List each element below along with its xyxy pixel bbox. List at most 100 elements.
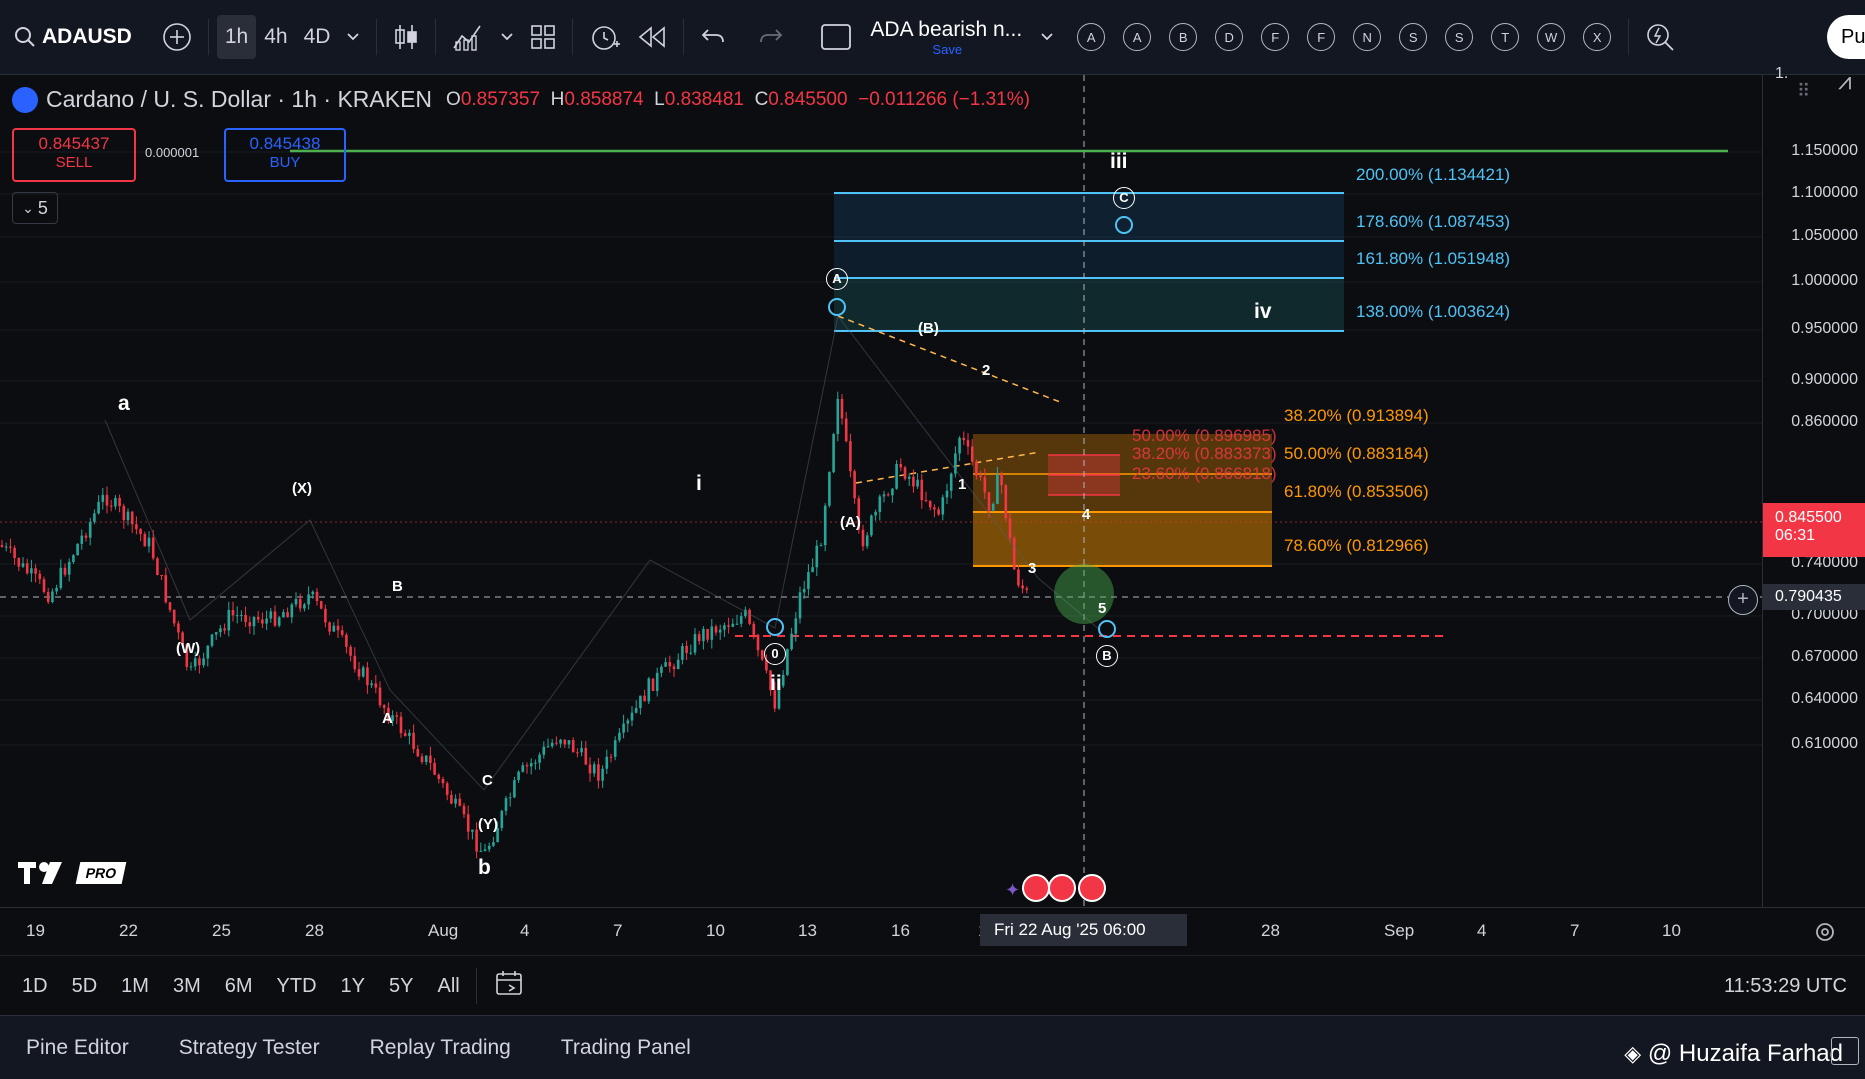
range-1m[interactable]: 1M bbox=[121, 975, 149, 998]
layout-name-button[interactable]: ADA bearish n... Save bbox=[870, 18, 1022, 57]
replay-button[interactable] bbox=[629, 15, 675, 59]
open-value: 0.857357 bbox=[460, 88, 541, 110]
range-ytd[interactable]: YTD bbox=[277, 975, 317, 998]
flag-us-icon bbox=[1048, 874, 1076, 902]
candle-body bbox=[886, 494, 890, 496]
drawing-template-d-3[interactable]: D bbox=[1215, 23, 1244, 51]
candle-body bbox=[1025, 588, 1029, 590]
wave-label-x: (X) bbox=[292, 480, 312, 497]
tradingview-logo[interactable]: PRO bbox=[18, 860, 127, 886]
candle-body bbox=[597, 764, 600, 781]
quick-search-button[interactable] bbox=[1637, 15, 1685, 59]
drawing-template-w-10[interactable]: W bbox=[1537, 23, 1566, 51]
interval-1h[interactable]: 1h bbox=[216, 15, 257, 59]
indicators-dropdown[interactable] bbox=[492, 15, 522, 59]
price-axis-top-label: 1. bbox=[1775, 65, 1789, 82]
range-3m[interactable]: 3M bbox=[173, 975, 201, 998]
add-price-alert-button[interactable]: + bbox=[1728, 585, 1758, 615]
candle-body bbox=[135, 524, 138, 530]
drawing-template-n-6[interactable]: N bbox=[1353, 23, 1382, 51]
symbol-search-button[interactable]: ADAUSD bbox=[6, 15, 140, 59]
drawing-template-x-11[interactable]: X bbox=[1583, 23, 1612, 51]
utc-clock[interactable]: 11:53:29 UTC bbox=[1724, 975, 1847, 998]
rewind-icon bbox=[639, 26, 666, 48]
goto-date-button[interactable] bbox=[495, 970, 527, 1003]
drag-handle-icon[interactable]: ⠿ bbox=[1797, 81, 1810, 102]
interval-4h[interactable]: 4h bbox=[256, 15, 295, 59]
candle-body bbox=[441, 778, 445, 784]
undo-button[interactable] bbox=[692, 15, 734, 59]
wave-label-circle_C: C bbox=[1113, 187, 1135, 209]
time-tick: 10 bbox=[1662, 921, 1681, 940]
range-1y[interactable]: 1Y bbox=[341, 975, 365, 998]
layouts-button[interactable] bbox=[522, 15, 564, 59]
candle-body bbox=[311, 591, 315, 595]
tab-strategy-tester[interactable]: Strategy Tester bbox=[179, 1036, 320, 1060]
candle-body bbox=[790, 633, 793, 650]
lightning-search-icon bbox=[1647, 24, 1674, 51]
candle-body bbox=[59, 567, 63, 588]
buy-button[interactable]: 0.845438 BUY bbox=[224, 128, 346, 182]
tab-pine-editor[interactable]: Pine Editor bbox=[26, 1036, 129, 1060]
candle-body bbox=[198, 658, 201, 666]
range-1d[interactable]: 1D bbox=[22, 975, 48, 998]
drawing-template-b-2[interactable]: B bbox=[1169, 23, 1198, 51]
candle-body bbox=[723, 625, 726, 630]
indicators-collapse-button[interactable]: ⌄ 5 bbox=[12, 192, 58, 224]
candle-body bbox=[67, 561, 71, 575]
wave-label-iv: iv bbox=[1254, 300, 1272, 323]
candle-body bbox=[403, 733, 407, 736]
redo-button[interactable] bbox=[750, 15, 792, 59]
fullscreen-button[interactable] bbox=[812, 15, 860, 59]
alert-button[interactable] bbox=[581, 15, 629, 59]
layout-dropdown[interactable] bbox=[1032, 15, 1062, 59]
candle-body bbox=[979, 475, 982, 478]
candle-body bbox=[458, 798, 462, 806]
candle-body bbox=[252, 616, 256, 627]
candle-body bbox=[706, 628, 709, 640]
range-5d[interactable]: 5D bbox=[72, 975, 98, 998]
drawing-template-s-8[interactable]: S bbox=[1445, 23, 1474, 51]
candle-body bbox=[1000, 474, 1003, 486]
drawing-template-a-1[interactable]: A bbox=[1123, 23, 1152, 51]
drawing-template-f-5[interactable]: F bbox=[1307, 23, 1336, 51]
candle-body bbox=[559, 739, 562, 744]
interval-dropdown[interactable] bbox=[338, 15, 368, 59]
candle-body bbox=[811, 567, 814, 573]
publish-button[interactable]: Pu bbox=[1827, 15, 1865, 59]
tab-replay-trading[interactable]: Replay Trading bbox=[370, 1036, 511, 1060]
drawing-template-f-4[interactable]: F bbox=[1261, 23, 1290, 51]
indicators-button[interactable] bbox=[444, 15, 492, 59]
candle-body bbox=[685, 645, 688, 654]
range-6m[interactable]: 6M bbox=[225, 975, 253, 998]
axis-settings-button[interactable] bbox=[1813, 920, 1837, 949]
candle-body bbox=[928, 500, 932, 508]
drawing-template-t-9[interactable]: T bbox=[1491, 23, 1520, 51]
candle-body bbox=[332, 625, 336, 632]
time-axis[interactable]: 19222528Aug47101316128Sep4710 Fri 22 Aug… bbox=[0, 907, 1865, 956]
chart-canvas[interactable]: ✦ Cardano / U. S. Dollar · 1h · KRAKEN O… bbox=[0, 75, 1762, 907]
maximize-panel-button[interactable] bbox=[1831, 1037, 1859, 1065]
drawing-template-s-7[interactable]: S bbox=[1399, 23, 1428, 51]
candle-body bbox=[256, 616, 260, 620]
tab-trading-panel[interactable]: Trading Panel bbox=[561, 1036, 691, 1060]
candle-body bbox=[865, 535, 869, 547]
wave-label-B: B bbox=[392, 578, 403, 595]
candle-body bbox=[504, 798, 508, 811]
candle-body bbox=[924, 499, 928, 501]
candle-body bbox=[601, 768, 604, 781]
range-all[interactable]: All bbox=[437, 975, 459, 998]
candle-body bbox=[21, 563, 25, 567]
interval-4d[interactable]: 4D bbox=[296, 15, 339, 59]
wave-label-paren_B: (B) bbox=[918, 320, 939, 337]
drawing-tools-toggle[interactable]: ⩘ bbox=[1838, 68, 1852, 96]
sell-button[interactable]: 0.845437 SELL bbox=[12, 128, 136, 182]
candle-body bbox=[479, 850, 483, 852]
chart-type-button[interactable] bbox=[385, 15, 427, 59]
range-5y[interactable]: 5Y bbox=[389, 975, 413, 998]
candle-body bbox=[105, 494, 109, 506]
drawing-template-a-0[interactable]: A bbox=[1077, 23, 1106, 51]
watermark-text: ◈ @ Huzaifa Farhad bbox=[1624, 1040, 1843, 1068]
compare-symbol-button[interactable] bbox=[154, 15, 200, 59]
price-axis[interactable]: 1.150000 1.100000 1.050000 1.000000 0.950000… bbox=[1762, 65, 1865, 907]
